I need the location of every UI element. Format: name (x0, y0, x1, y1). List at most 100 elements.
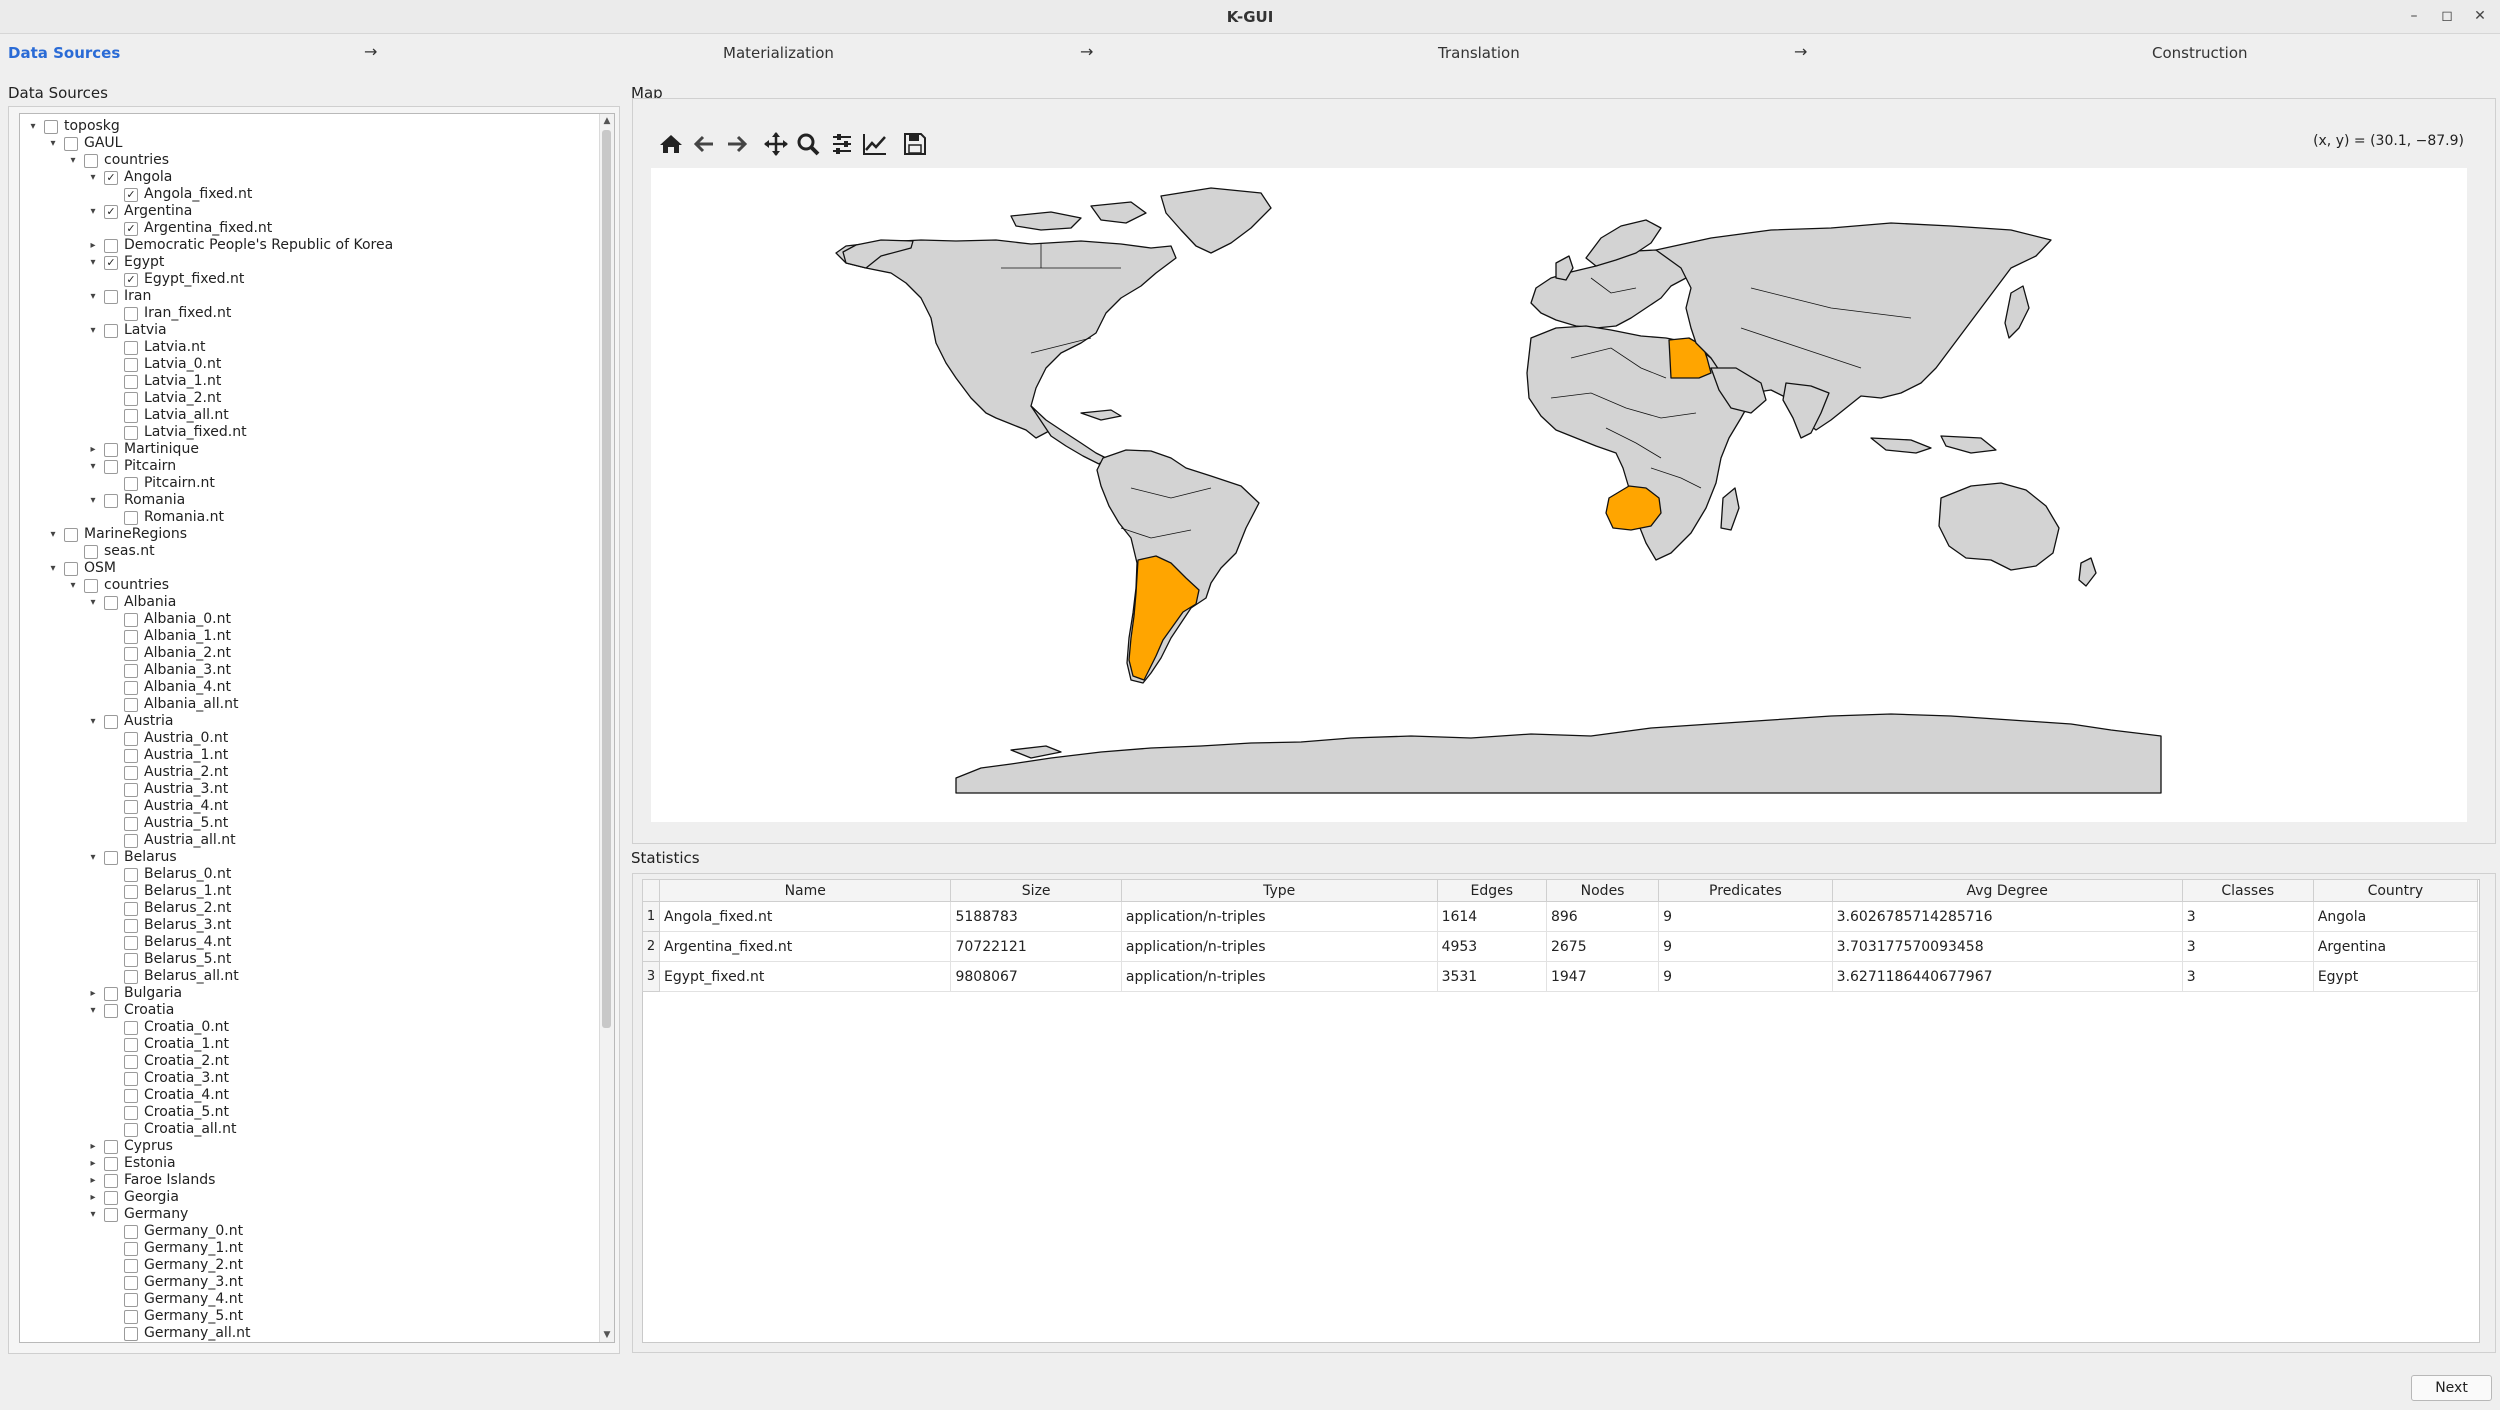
tree-checkbox[interactable] (124, 902, 138, 916)
tree-checkbox[interactable] (104, 1191, 118, 1205)
table-row[interactable]: 2 Argentina_fixed.nt 70722121 application/n… (642, 931, 2479, 962)
forward-arrow-icon[interactable] (722, 130, 752, 158)
column-header-classes[interactable]: Classes (2181, 879, 2314, 902)
column-header-type[interactable]: Type (1120, 879, 1438, 902)
back-arrow-icon[interactable] (689, 130, 719, 158)
table-row[interactable]: 3 Egypt_fixed.nt 9808067 application/n-trip… (642, 961, 2479, 992)
chevron-down-icon[interactable]: ▾ (86, 492, 100, 509)
tree-checkbox[interactable] (64, 562, 78, 576)
tree-checkbox[interactable] (124, 766, 138, 780)
tree-checkbox[interactable] (124, 1123, 138, 1137)
chevron-down-icon[interactable]: ▾ (86, 203, 100, 220)
tree-checkbox[interactable] (124, 1055, 138, 1069)
next-button[interactable]: Next (2411, 1375, 2492, 1401)
chevron-right-icon[interactable]: ▸ (86, 985, 100, 1002)
tree-checkbox[interactable] (124, 358, 138, 372)
tree-checkbox[interactable] (104, 1157, 118, 1171)
tree-checkbox[interactable] (104, 239, 118, 253)
chevron-down-icon[interactable]: ▾ (46, 135, 60, 152)
chevron-right-icon[interactable]: ▸ (86, 441, 100, 458)
tree-checkbox[interactable] (124, 1276, 138, 1290)
maximize-button[interactable]: ◻ (2437, 6, 2457, 26)
tree-checkbox[interactable] (124, 953, 138, 967)
chevron-down-icon[interactable]: ▾ (66, 152, 80, 169)
tree-checkbox[interactable] (64, 528, 78, 542)
close-button[interactable]: ✕ (2470, 6, 2490, 26)
tree-checkbox[interactable] (104, 596, 118, 610)
tree-checkbox[interactable] (104, 1004, 118, 1018)
chevron-down-icon[interactable]: ▾ (26, 118, 40, 135)
step-translation[interactable]: Translation (1438, 44, 1520, 62)
chevron-down-icon[interactable]: ▾ (86, 322, 100, 339)
map-canvas[interactable] (651, 168, 2467, 822)
tree-checkbox[interactable] (124, 834, 138, 848)
chevron-down-icon[interactable]: ▾ (86, 1206, 100, 1223)
chevron-right-icon[interactable]: ▸ (86, 1155, 100, 1172)
tree-checkbox[interactable] (124, 307, 138, 321)
tree-checkbox[interactable] (124, 1038, 138, 1052)
tree-checkbox[interactable]: ✓ (124, 273, 138, 287)
tree-checkbox[interactable] (124, 341, 138, 355)
chevron-down-icon[interactable]: ▾ (46, 560, 60, 577)
scroll-down-icon[interactable]: ▼ (600, 1328, 614, 1342)
tree-checkbox[interactable] (124, 800, 138, 814)
scroll-up-icon[interactable]: ▲ (600, 114, 614, 128)
tree-checkbox[interactable]: ✓ (104, 171, 118, 185)
tree-checkbox[interactable] (124, 511, 138, 525)
tree-checkbox[interactable] (104, 987, 118, 1001)
tree-checkbox[interactable] (124, 630, 138, 644)
save-icon[interactable] (900, 130, 930, 158)
tree-checkbox[interactable] (124, 409, 138, 423)
column-header-edges[interactable]: Edges (1436, 879, 1547, 902)
chevron-down-icon[interactable]: ▾ (86, 169, 100, 186)
minimize-button[interactable]: – (2404, 6, 2424, 26)
column-header-size[interactable]: Size (950, 879, 1122, 902)
tree-checkbox[interactable] (124, 664, 138, 678)
tree-checkbox[interactable] (104, 324, 118, 338)
tree-checkbox[interactable] (124, 1021, 138, 1035)
chevron-right-icon[interactable]: ▸ (86, 1189, 100, 1206)
chevron-right-icon[interactable]: ▸ (86, 1138, 100, 1155)
column-header-country[interactable]: Country (2312, 879, 2479, 902)
column-header-nodes[interactable]: Nodes (1545, 879, 1660, 902)
chevron-down-icon[interactable]: ▾ (86, 254, 100, 271)
tree-checkbox[interactable] (124, 1072, 138, 1086)
tree-checkbox[interactable] (84, 579, 98, 593)
home-icon[interactable] (656, 130, 686, 158)
chevron-down-icon[interactable]: ▾ (86, 288, 100, 305)
tree-checkbox[interactable] (104, 290, 118, 304)
tree-checkbox[interactable] (104, 1208, 118, 1222)
tree-checkbox[interactable] (64, 137, 78, 151)
tree-scrollbar[interactable]: ▲ ▼ (599, 114, 614, 1342)
chevron-right-icon[interactable]: ▸ (86, 237, 100, 254)
pan-icon[interactable] (761, 130, 791, 158)
tree-checkbox[interactable] (84, 154, 98, 168)
tree-checkbox[interactable] (104, 1140, 118, 1154)
tree-checkbox[interactable] (44, 120, 58, 134)
tree-checkbox[interactable] (124, 919, 138, 933)
chevron-down-icon[interactable]: ▾ (86, 458, 100, 475)
column-header-predicates[interactable]: Predicates (1658, 879, 1833, 902)
tree-checkbox[interactable] (104, 494, 118, 508)
tree-checkbox[interactable] (124, 375, 138, 389)
chevron-down-icon[interactable]: ▾ (46, 526, 60, 543)
tree-checkbox[interactable] (104, 715, 118, 729)
tree-checkbox[interactable] (124, 1242, 138, 1256)
tree-checkbox[interactable] (124, 936, 138, 950)
tree-checkbox[interactable] (124, 426, 138, 440)
tree-checkbox[interactable]: ✓ (124, 188, 138, 202)
column-header-avg-degree[interactable]: Avg Degree (1831, 879, 2183, 902)
tree-checkbox[interactable] (104, 460, 118, 474)
tree-checkbox[interactable] (124, 970, 138, 984)
tree-checkbox[interactable] (124, 817, 138, 831)
chevron-down-icon[interactable]: ▾ (86, 1002, 100, 1019)
chevron-down-icon[interactable]: ▾ (86, 594, 100, 611)
tree-checkbox[interactable] (104, 443, 118, 457)
tree-checkbox[interactable] (124, 681, 138, 695)
scroll-thumb[interactable] (602, 130, 611, 1028)
tree-checkbox[interactable] (124, 613, 138, 627)
column-header-name[interactable]: Name (658, 879, 952, 902)
tree-checkbox[interactable] (124, 783, 138, 797)
tree-checkbox[interactable]: ✓ (124, 222, 138, 236)
tree-checkbox[interactable] (84, 545, 98, 559)
